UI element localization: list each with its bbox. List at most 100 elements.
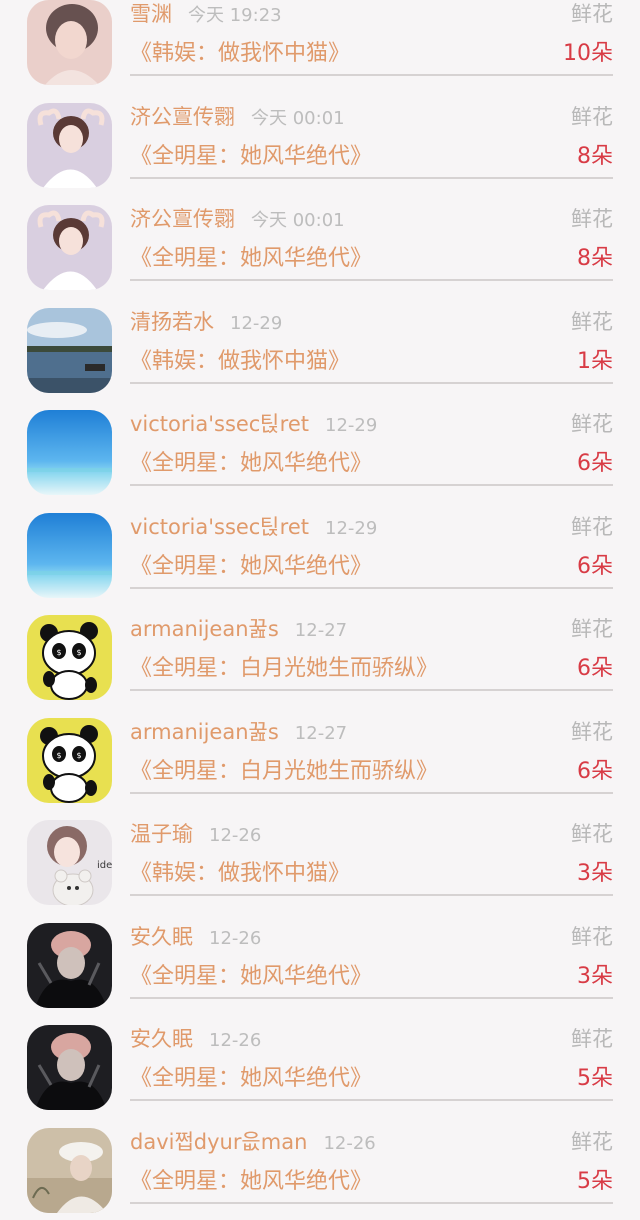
user-avatar[interactable] — [27, 513, 112, 598]
list-item[interactable]: 济公亶传翾今天 00:01 鲜花 《全明星：她风华绝代》 8朵 — [0, 93, 640, 196]
timestamp: 12-26 — [209, 1030, 261, 1051]
list-item[interactable]: $$ armanijean꿆s12-27 鲜花 《全明星：白月光她生而骄纵》 6… — [0, 605, 640, 708]
gift-count: 8朵 — [577, 141, 613, 173]
timestamp: 12-26 — [209, 928, 261, 949]
user-avatar[interactable] — [27, 1128, 112, 1213]
user-avatar[interactable]: $$ — [27, 615, 112, 700]
user-name[interactable]: victoria'ssec틵ret — [130, 515, 309, 539]
gift-count: 6朵 — [577, 448, 613, 480]
avatar-image: $$ — [27, 718, 112, 803]
avatar-image — [27, 1025, 112, 1110]
gift-type-label: 鲜花 — [571, 818, 613, 850]
list-item[interactable]: victoria'ssec틵ret 12-29 鲜花 《全明星：她风华绝代》 6朵 — [0, 503, 640, 606]
timestamp: 12-26 — [323, 1133, 375, 1154]
user-avatar[interactable]: $$ — [27, 718, 112, 803]
list-item-content: victoria'ssec틵ret 12-29 鲜花 《全明星：她风华绝代》 6朵 — [130, 503, 613, 589]
book-title[interactable]: 《全明星：她风华绝代》 — [130, 141, 372, 173]
user-avatar[interactable] — [27, 0, 112, 85]
list-item-content: 安久眠 12-26 鲜花 《全明星：她风华绝代》 5朵 — [130, 1015, 613, 1101]
timestamp: 今天 19:23 — [188, 5, 282, 26]
user-avatar[interactable] — [27, 103, 112, 188]
svg-text:$: $ — [56, 648, 61, 657]
avatar-image — [27, 0, 112, 85]
list-item-content: davi쩝dyur읎man12-26 鲜花 《全明星：她风华绝代》 5朵 — [130, 1118, 613, 1204]
gift-count: 3朵 — [577, 961, 613, 993]
timestamp: 12-29 — [325, 518, 377, 539]
user-name[interactable]: 温子瑜 — [130, 822, 193, 846]
list-item[interactable]: 济公亶传翾今天 00:01 鲜花 《全明星：她风华绝代》 8朵 — [0, 195, 640, 298]
gift-count: 1朵 — [577, 346, 613, 378]
timestamp: 今天 00:01 — [251, 108, 345, 129]
gift-type-label: 鲜花 — [571, 921, 613, 953]
user-name[interactable]: 济公亶传翾 — [130, 207, 235, 231]
book-title[interactable]: 《全明星：她风华绝代》 — [130, 961, 372, 993]
avatar-image: ide — [27, 820, 112, 905]
gift-count: 10朵 — [563, 38, 613, 70]
list-item[interactable]: 雪渊今天 19:23 鲜花 《韩娱：做我怀中猫》 10朵 — [0, 0, 640, 93]
user-name[interactable]: armanijean꿆s — [130, 617, 279, 641]
book-title[interactable]: 《全明星：白月光她生而骄纵》 — [130, 653, 438, 685]
avatar-image — [27, 308, 112, 393]
user-avatar[interactable] — [27, 205, 112, 290]
svg-text:ide: ide — [97, 860, 112, 871]
user-name[interactable]: 清扬若水 — [130, 310, 214, 334]
list-item-content: victoria'ssec틵ret12-29 鲜花 《全明星：她风华绝代》 6朵 — [130, 400, 613, 486]
list-item-content: armanijean꿆s 12-27 鲜花 《全明星：白月光她生而骄纵》 6朵 — [130, 708, 613, 794]
gift-count: 6朵 — [577, 551, 613, 583]
gift-count: 3朵 — [577, 858, 613, 890]
user-avatar[interactable] — [27, 308, 112, 393]
list-item[interactable]: victoria'ssec틵ret12-29 鲜花 《全明星：她风华绝代》 6朵 — [0, 400, 640, 503]
user-avatar[interactable] — [27, 923, 112, 1008]
book-title[interactable]: 《全明星：白月光她生而骄纵》 — [130, 756, 438, 788]
user-avatar[interactable] — [27, 1025, 112, 1110]
user-name[interactable]: 安久眠 — [130, 1027, 193, 1051]
timestamp: 12-26 — [209, 825, 261, 846]
list-item[interactable]: davi쩝dyur읎man12-26 鲜花 《全明星：她风华绝代》 5朵 — [0, 1118, 640, 1220]
book-title[interactable]: 《全明星：她风华绝代》 — [130, 243, 372, 275]
gift-type-label: 鲜花 — [571, 716, 613, 748]
user-name[interactable]: 安久眠 — [130, 925, 193, 949]
list-item[interactable]: $$ armanijean꿆s12-27 鲜花 《全明星：白月光她生而骄纵》 6… — [0, 708, 640, 811]
gift-type-label: 鲜花 — [571, 0, 613, 30]
user-name[interactable]: 济公亶传翾 — [130, 105, 235, 129]
book-title[interactable]: 《韩娱：做我怀中猫》 — [130, 38, 350, 70]
user-name[interactable]: armanijean꿆s — [130, 720, 279, 744]
gift-count: 5朵 — [577, 1063, 613, 1095]
book-title[interactable]: 《全明星：她风华绝代》 — [130, 1166, 372, 1198]
gift-count: 8朵 — [577, 243, 613, 275]
list-item-content: 温子瑜 12-26 鲜花 《韩娱：做我怀中猫》 3朵 — [130, 810, 613, 896]
gift-type-label: 鲜花 — [571, 511, 613, 543]
avatar-image — [27, 410, 112, 495]
list-item[interactable]: ide 温子瑜 12-26 鲜花 《韩娱：做我怀中猫》 3朵 — [0, 810, 640, 913]
list-item-content: 济公亶传翾今天 00:01 鲜花 《全明星：她风华绝代》 8朵 — [130, 195, 613, 281]
svg-text:$: $ — [76, 648, 81, 657]
list-item-content: 清扬若水 12-29 鲜花 《韩娱：做我怀中猫》 1朵 — [130, 298, 613, 384]
user-name[interactable]: davi쩝dyur읎man — [130, 1130, 307, 1154]
user-avatar[interactable] — [27, 410, 112, 495]
book-title[interactable]: 《全明星：她风华绝代》 — [130, 448, 372, 480]
svg-text:$: $ — [56, 751, 61, 760]
timestamp: 12-29 — [230, 313, 282, 334]
book-title[interactable]: 《韩娱：做我怀中猫》 — [130, 346, 350, 378]
timestamp: 12-27 — [295, 723, 347, 744]
user-name[interactable]: 雪渊 — [130, 2, 172, 26]
list-item-content: 安久眠 12-26 鲜花 《全明星：她风华绝代》 3朵 — [130, 913, 613, 999]
list-item-content: armanijean꿆s12-27 鲜花 《全明星：白月光她生而骄纵》 6朵 — [130, 605, 613, 691]
gift-count: 6朵 — [577, 653, 613, 685]
svg-text:$: $ — [76, 751, 81, 760]
list-item[interactable]: 安久眠 12-26 鲜花 《全明星：她风华绝代》 5朵 — [0, 1015, 640, 1118]
book-title[interactable]: 《全明星：她风华绝代》 — [130, 1063, 372, 1095]
user-avatar[interactable]: ide — [27, 820, 112, 905]
gift-type-label: 鲜花 — [571, 306, 613, 338]
avatar-image — [27, 1128, 112, 1213]
book-title[interactable]: 《全明星：她风华绝代》 — [130, 551, 372, 583]
gift-type-label: 鲜花 — [571, 1023, 613, 1055]
user-name[interactable]: victoria'ssec틵ret — [130, 412, 309, 436]
list-item-content: 雪渊今天 19:23 鲜花 《韩娱：做我怀中猫》 10朵 — [130, 0, 613, 76]
book-title[interactable]: 《韩娱：做我怀中猫》 — [130, 858, 350, 890]
gift-count: 6朵 — [577, 756, 613, 788]
avatar-image — [27, 513, 112, 598]
list-item[interactable]: 安久眠 12-26 鲜花 《全明星：她风华绝代》 3朵 — [0, 913, 640, 1016]
list-item[interactable]: 清扬若水 12-29 鲜花 《韩娱：做我怀中猫》 1朵 — [0, 298, 640, 401]
timestamp: 12-27 — [295, 620, 347, 641]
